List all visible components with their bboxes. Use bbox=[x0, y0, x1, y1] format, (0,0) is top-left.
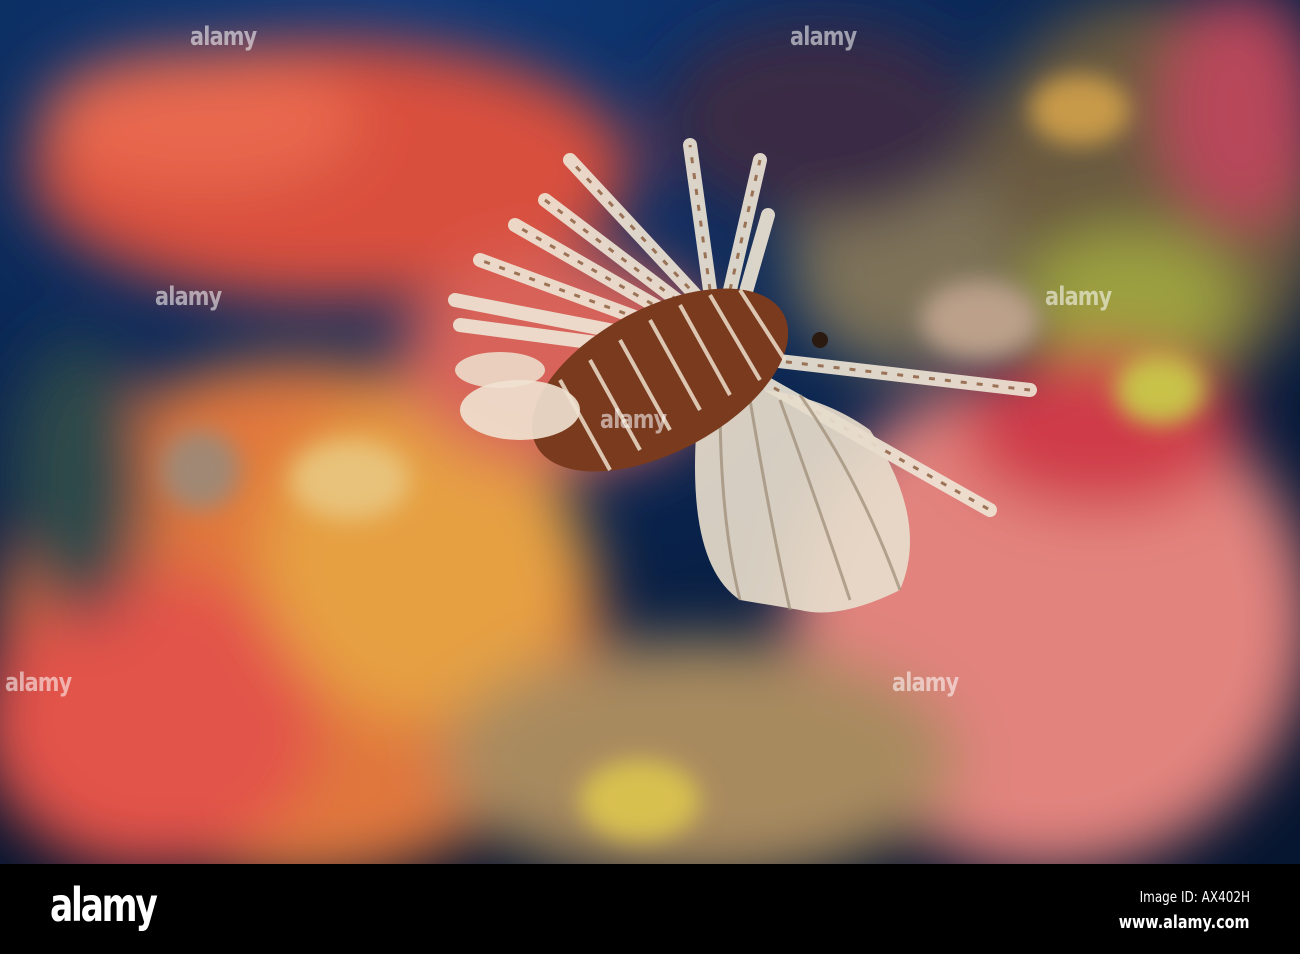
watermark: alamy bbox=[600, 405, 667, 435]
watermark: alamy bbox=[5, 668, 72, 698]
reef-photo: alamy alamy alamy alamy alamy alamy alam… bbox=[0, 0, 1300, 864]
image-id: Image ID: AX402H bbox=[1139, 888, 1250, 906]
watermark: alamy bbox=[155, 282, 222, 312]
watermark: alamy bbox=[892, 668, 959, 698]
alamy-logo: alamy bbox=[50, 878, 158, 932]
watermark: alamy bbox=[790, 22, 857, 52]
watermark: alamy bbox=[1045, 282, 1112, 312]
footer-bar: alamy Image ID: AX402H www.alamy.com bbox=[0, 864, 1300, 954]
website-link: www.alamy.com bbox=[1119, 912, 1250, 933]
watermark: alamy bbox=[190, 22, 257, 52]
